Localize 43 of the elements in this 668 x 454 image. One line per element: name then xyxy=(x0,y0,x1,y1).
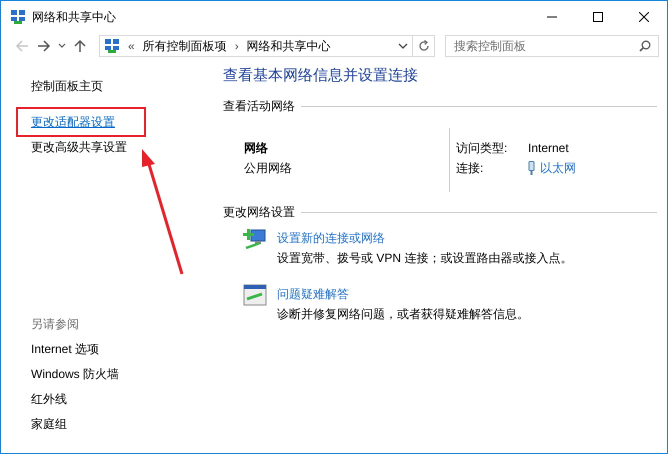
maximize-icon xyxy=(593,12,603,22)
access-type-label: 访问类型: xyxy=(456,140,508,157)
see-also-link[interactable]: Windows 防火墙 xyxy=(31,362,120,387)
refresh-icon xyxy=(418,40,430,52)
connection-link[interactable]: 以太网 xyxy=(540,158,576,178)
task-link[interactable]: 更改高级共享设置 xyxy=(31,135,127,160)
network-type: 公用网络 xyxy=(244,160,293,177)
close-icon xyxy=(639,12,649,22)
page-heading: 查看基本网络信息并设置连接 xyxy=(223,66,419,86)
forward-icon xyxy=(37,39,51,53)
task-link[interactable]: 控制面板主页 xyxy=(31,74,103,99)
see-also-heading: 另请参阅 xyxy=(31,316,80,333)
breadcrumb-separator[interactable]: › xyxy=(234,39,239,53)
window-title: 网络和共享中心 xyxy=(32,8,117,26)
back-icon xyxy=(15,39,29,53)
diagnostic-window-icon xyxy=(243,284,267,306)
address-bar[interactable]: « 所有控制面板项 › 网络和共享中心 xyxy=(99,35,413,57)
see-also-link[interactable]: Internet 选项 xyxy=(31,337,100,362)
overflow-chevron[interactable]: « xyxy=(128,39,135,53)
search-icon xyxy=(639,40,651,52)
network-plus-icon xyxy=(243,228,267,250)
search-field[interactable]: 搜索控制面板 xyxy=(445,35,659,57)
caret-icon xyxy=(58,43,66,49)
dropdown-chevron-icon[interactable] xyxy=(398,43,408,49)
breadcrumb[interactable]: 网络和共享中心 xyxy=(246,38,331,54)
task-title-link[interactable]: 问题疑难解答 xyxy=(277,284,529,304)
see-also-link[interactable]: 红外线 xyxy=(31,387,67,412)
task-description: 设置宽带、拨号或 VPN 连接；或设置路由器或接入点。 xyxy=(277,250,572,267)
task-description: 诊断并修复网络问题，或者获得疑难解答信息。 xyxy=(277,306,529,323)
up-icon xyxy=(73,39,87,53)
breadcrumb[interactable]: 所有控制面板项 xyxy=(142,38,227,54)
task-title-link[interactable]: 设置新的连接或网络 xyxy=(277,228,572,248)
connections-label: 连接: xyxy=(456,160,484,177)
task-link[interactable]: 更改适配器设置 xyxy=(16,107,146,137)
refresh-button[interactable] xyxy=(413,35,435,57)
section-heading: 更改网络设置 xyxy=(223,204,295,220)
app-icon xyxy=(10,9,26,25)
see-also-link[interactable]: 家庭组 xyxy=(31,412,67,437)
ethernet-plug-icon xyxy=(528,161,535,175)
network-name: 网络 xyxy=(244,140,269,157)
location-icon xyxy=(104,38,120,54)
section-heading: 查看活动网络 xyxy=(223,98,295,114)
access-type-value: Internet xyxy=(528,140,570,157)
